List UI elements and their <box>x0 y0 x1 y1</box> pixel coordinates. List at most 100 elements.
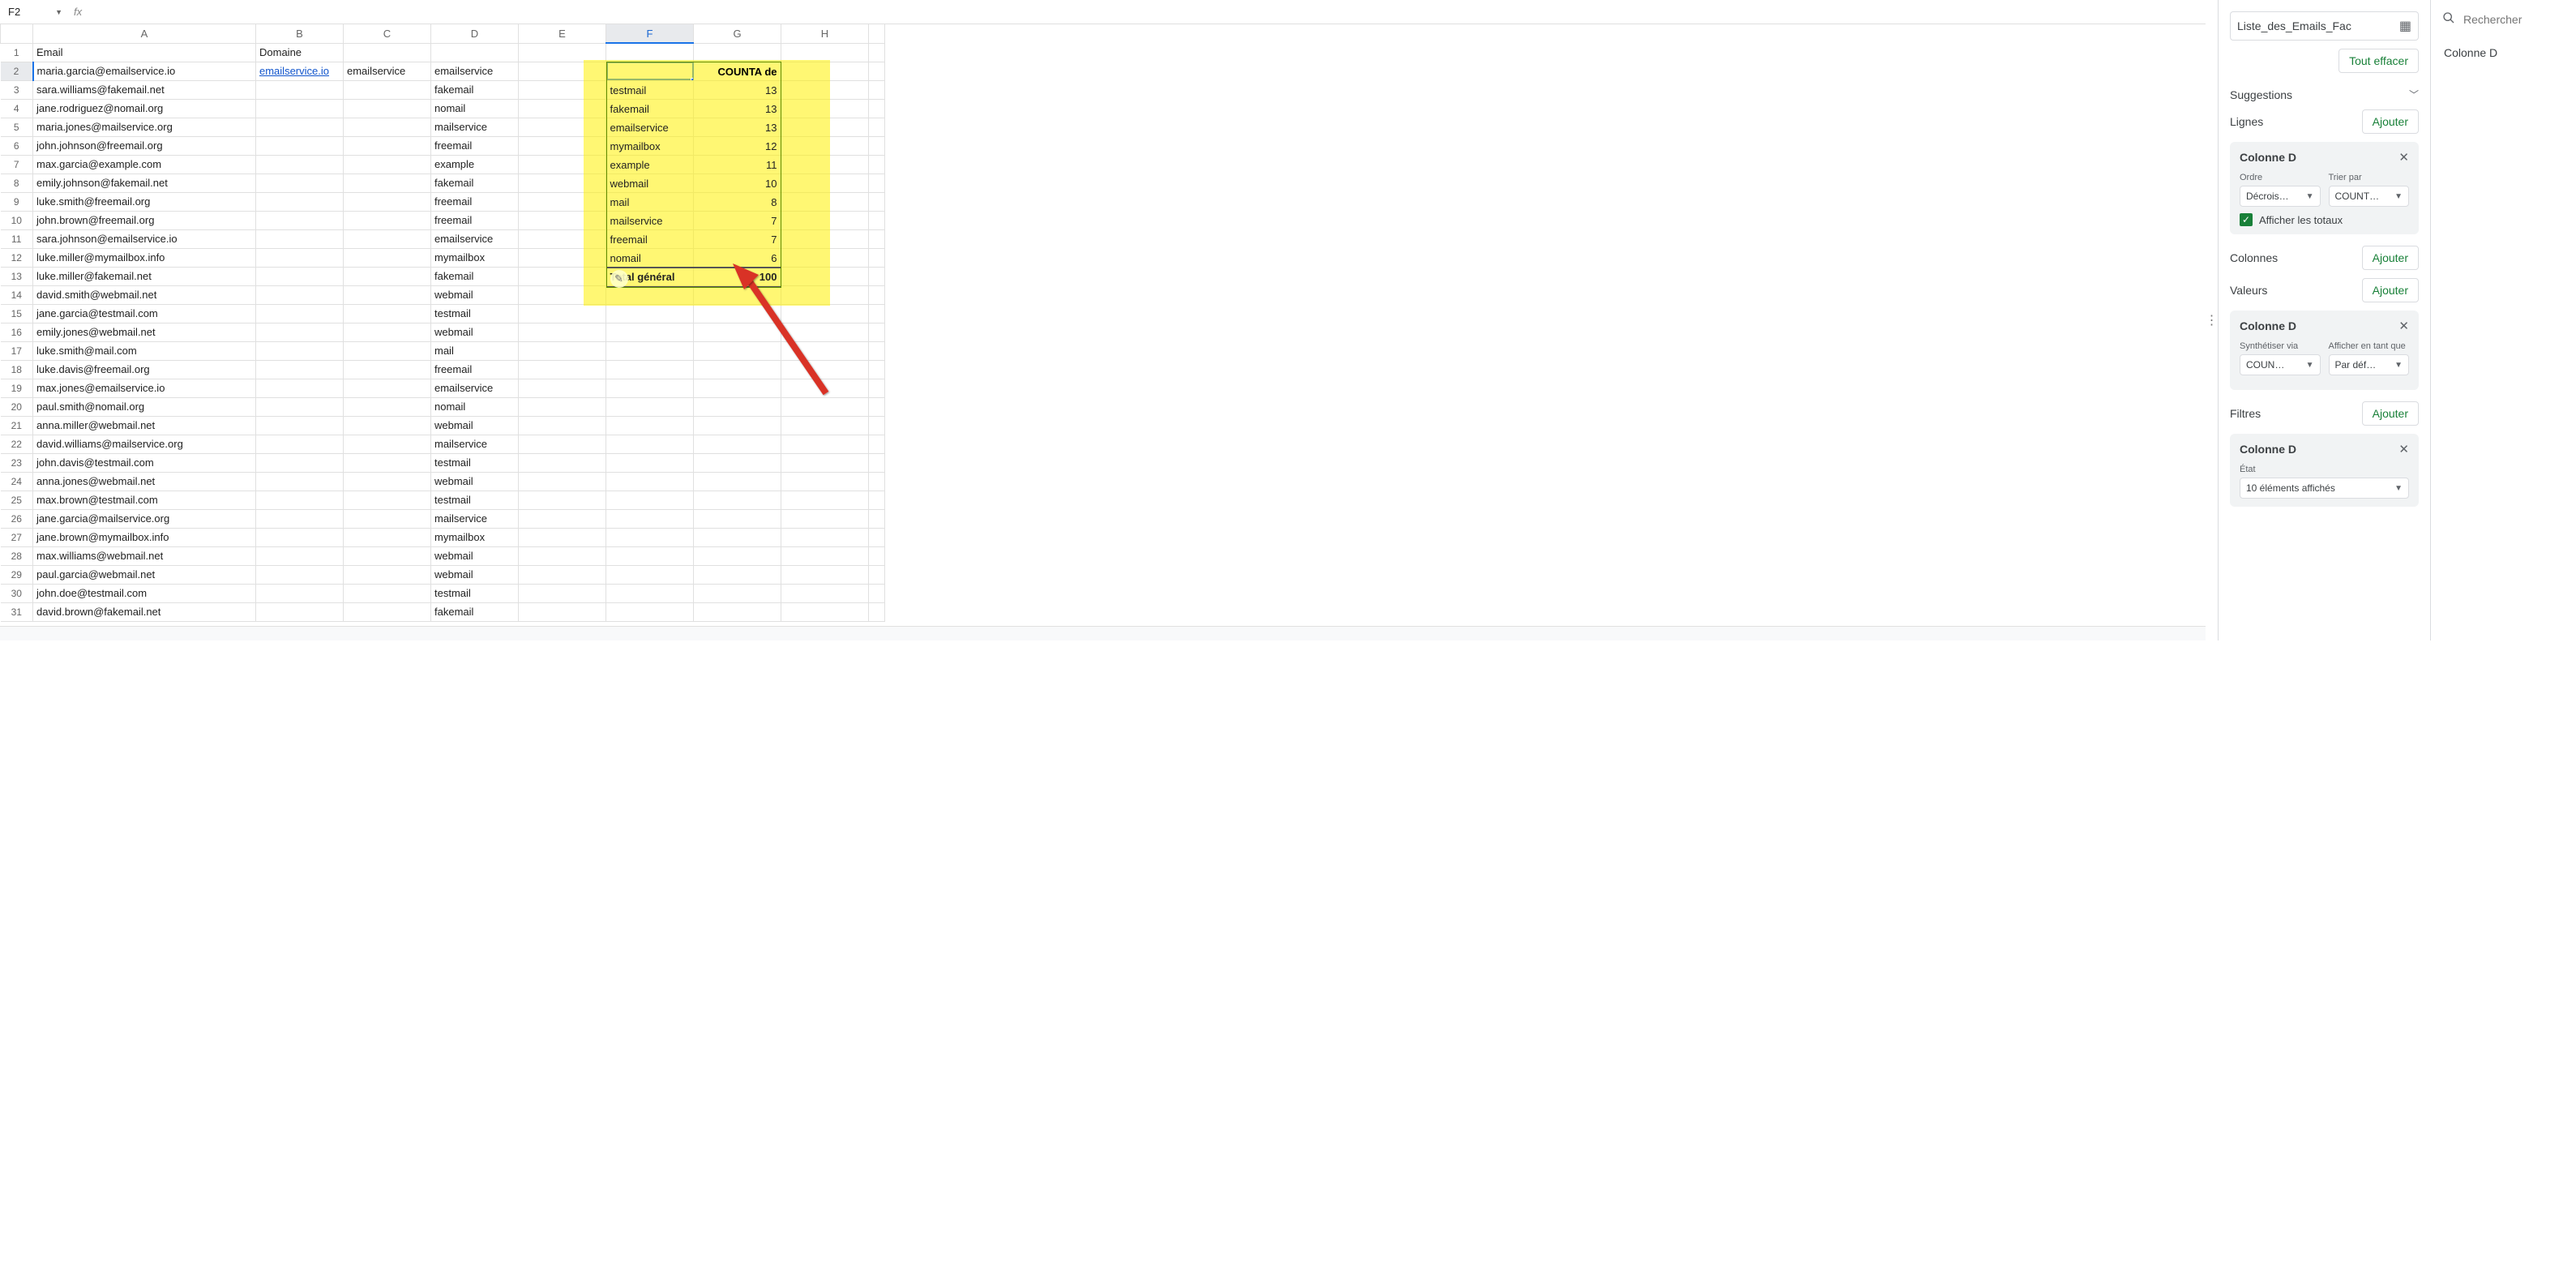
row-header[interactable]: 11 <box>1 229 33 248</box>
pivot-row-value[interactable]: 8 <box>694 193 780 212</box>
cell[interactable] <box>606 341 694 360</box>
cell[interactable] <box>519 304 606 323</box>
cell[interactable] <box>344 472 431 491</box>
cell[interactable] <box>869 118 885 136</box>
column-header[interactable]: E <box>519 24 606 43</box>
row-header[interactable]: 9 <box>1 192 33 211</box>
cell[interactable] <box>869 43 885 62</box>
cell[interactable] <box>256 379 344 397</box>
pivot-row-value[interactable]: 12 <box>694 137 780 156</box>
column-header[interactable]: B <box>256 24 344 43</box>
cell[interactable]: freemail <box>431 211 519 229</box>
pivot-table[interactable]: COUNTA de testmail13fakemail13emailservi… <box>606 62 781 288</box>
filters-add-button[interactable]: Ajouter <box>2362 401 2419 426</box>
field-search-input[interactable] <box>2463 13 2565 26</box>
formula-input[interactable] <box>90 0 2201 24</box>
column-header[interactable]: H <box>781 24 869 43</box>
cell[interactable]: maria.jones@mailservice.org <box>33 118 256 136</box>
cell[interactable]: webmail <box>431 546 519 565</box>
row-header[interactable]: 22 <box>1 435 33 453</box>
cell[interactable]: john.davis@testmail.com <box>33 453 256 472</box>
cell[interactable] <box>256 229 344 248</box>
cell[interactable] <box>519 323 606 341</box>
cell[interactable]: jane.garcia@mailservice.org <box>33 509 256 528</box>
cell[interactable]: paul.garcia@webmail.net <box>33 565 256 584</box>
cell[interactable] <box>519 397 606 416</box>
cell[interactable] <box>256 584 344 602</box>
cell[interactable]: david.smith@webmail.net <box>33 285 256 304</box>
row-header[interactable]: 13 <box>1 267 33 285</box>
cell[interactable] <box>519 472 606 491</box>
cell[interactable] <box>256 323 344 341</box>
cell[interactable] <box>606 397 694 416</box>
cell[interactable] <box>519 248 606 267</box>
cell[interactable] <box>256 565 344 584</box>
cell[interactable] <box>519 118 606 136</box>
cell[interactable] <box>344 285 431 304</box>
cell[interactable]: luke.miller@mymailbox.info <box>33 248 256 267</box>
cell[interactable] <box>344 99 431 118</box>
cell[interactable] <box>606 546 694 565</box>
cell[interactable] <box>519 491 606 509</box>
cell[interactable] <box>781 118 869 136</box>
row-header[interactable]: 18 <box>1 360 33 379</box>
column-header[interactable]: A <box>33 24 256 43</box>
cell[interactable] <box>606 528 694 546</box>
cell[interactable]: john.doe@testmail.com <box>33 584 256 602</box>
cell[interactable] <box>694 341 781 360</box>
cell[interactable]: emailservice <box>344 62 431 80</box>
cell[interactable] <box>781 584 869 602</box>
values-add-button[interactable]: Ajouter <box>2362 278 2419 302</box>
cell[interactable] <box>519 435 606 453</box>
cell[interactable] <box>694 43 781 62</box>
cell[interactable] <box>431 43 519 62</box>
cell[interactable] <box>781 472 869 491</box>
cell[interactable] <box>519 211 606 229</box>
row-header[interactable]: 5 <box>1 118 33 136</box>
state-dropdown[interactable]: 10 éléments affichés▼ <box>2240 478 2409 499</box>
cell[interactable] <box>606 565 694 584</box>
row-header[interactable]: 25 <box>1 491 33 509</box>
cell[interactable] <box>256 285 344 304</box>
cell[interactable] <box>694 472 781 491</box>
row-header[interactable]: 29 <box>1 565 33 584</box>
cell[interactable] <box>344 248 431 267</box>
row-header[interactable]: 6 <box>1 136 33 155</box>
name-box-dropdown-icon[interactable]: ▼ <box>55 8 62 16</box>
cell[interactable]: Email <box>33 43 256 62</box>
pivot-row-label[interactable]: mymailbox <box>607 137 695 156</box>
cell[interactable] <box>869 472 885 491</box>
cell[interactable] <box>694 509 781 528</box>
row-header[interactable]: 19 <box>1 379 33 397</box>
cell[interactable] <box>256 416 344 435</box>
cell[interactable] <box>519 267 606 285</box>
cell[interactable] <box>344 118 431 136</box>
show-totals-checkbox-row[interactable]: ✓ Afficher les totaux <box>2240 213 2409 226</box>
cell[interactable]: john.brown@freemail.org <box>33 211 256 229</box>
row-header[interactable]: 15 <box>1 304 33 323</box>
cell[interactable]: webmail <box>431 565 519 584</box>
rows-add-button[interactable]: Ajouter <box>2362 109 2419 134</box>
cell[interactable] <box>869 304 885 323</box>
cell[interactable] <box>694 360 781 379</box>
cell[interactable] <box>519 80 606 99</box>
cell[interactable] <box>781 211 869 229</box>
cell[interactable] <box>781 155 869 174</box>
cell[interactable] <box>344 360 431 379</box>
column-header[interactable]: D <box>431 24 519 43</box>
cell[interactable] <box>869 360 885 379</box>
cell[interactable] <box>344 379 431 397</box>
cell[interactable]: david.williams@mailservice.org <box>33 435 256 453</box>
cell[interactable] <box>694 565 781 584</box>
cell[interactable] <box>256 472 344 491</box>
synthesize-dropdown[interactable]: COUN…▼ <box>2240 354 2321 375</box>
cell[interactable] <box>869 136 885 155</box>
row-header[interactable]: 31 <box>1 602 33 621</box>
chevron-down-icon[interactable]: ﹀ <box>2409 88 2419 101</box>
cell[interactable] <box>869 323 885 341</box>
cell[interactable] <box>606 472 694 491</box>
cell[interactable] <box>344 304 431 323</box>
values-chip-remove-icon[interactable]: ✕ <box>2398 319 2409 333</box>
cell[interactable] <box>781 304 869 323</box>
cell[interactable] <box>519 546 606 565</box>
